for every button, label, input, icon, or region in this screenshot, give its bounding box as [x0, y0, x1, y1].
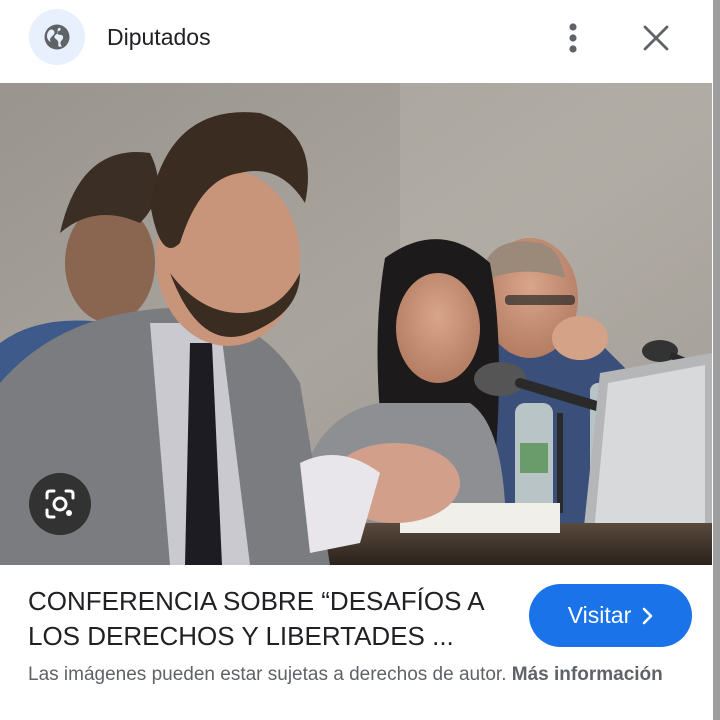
- result-title[interactable]: CONFERENCIA SOBRE “DESAFÍOS A LOS DERECH…: [28, 584, 518, 654]
- google-lens-icon: [45, 489, 75, 519]
- more-options-button[interactable]: [556, 18, 590, 58]
- close-icon: [643, 25, 669, 51]
- close-button[interactable]: [636, 18, 676, 58]
- result-title-line-2: LOS DERECHOS Y LIBERTADES ...: [28, 621, 454, 651]
- visit-button-label: Visitar: [567, 602, 632, 628]
- conference-photo: [0, 83, 712, 565]
- site-favicon: [29, 9, 85, 65]
- header-bar: Diputados: [0, 0, 712, 82]
- more-info-link[interactable]: Más información: [512, 664, 663, 685]
- chevron-right-icon: [642, 607, 653, 624]
- lens-search-button[interactable]: [29, 473, 91, 535]
- visit-button[interactable]: Visitar: [529, 584, 692, 647]
- copyright-text: Las imágenes pueden estar sujetas a dere…: [28, 664, 507, 685]
- more-vert-icon: [569, 23, 577, 53]
- copyright-notice: Las imágenes pueden estar sujetas a dere…: [28, 661, 688, 689]
- scrollbar[interactable]: [713, 0, 720, 720]
- result-title-line-1: CONFERENCIA SOBRE “DESAFÍOS A: [28, 586, 485, 616]
- preview-image[interactable]: [0, 83, 712, 565]
- globe-icon: [44, 24, 70, 50]
- site-name[interactable]: Diputados: [107, 20, 211, 54]
